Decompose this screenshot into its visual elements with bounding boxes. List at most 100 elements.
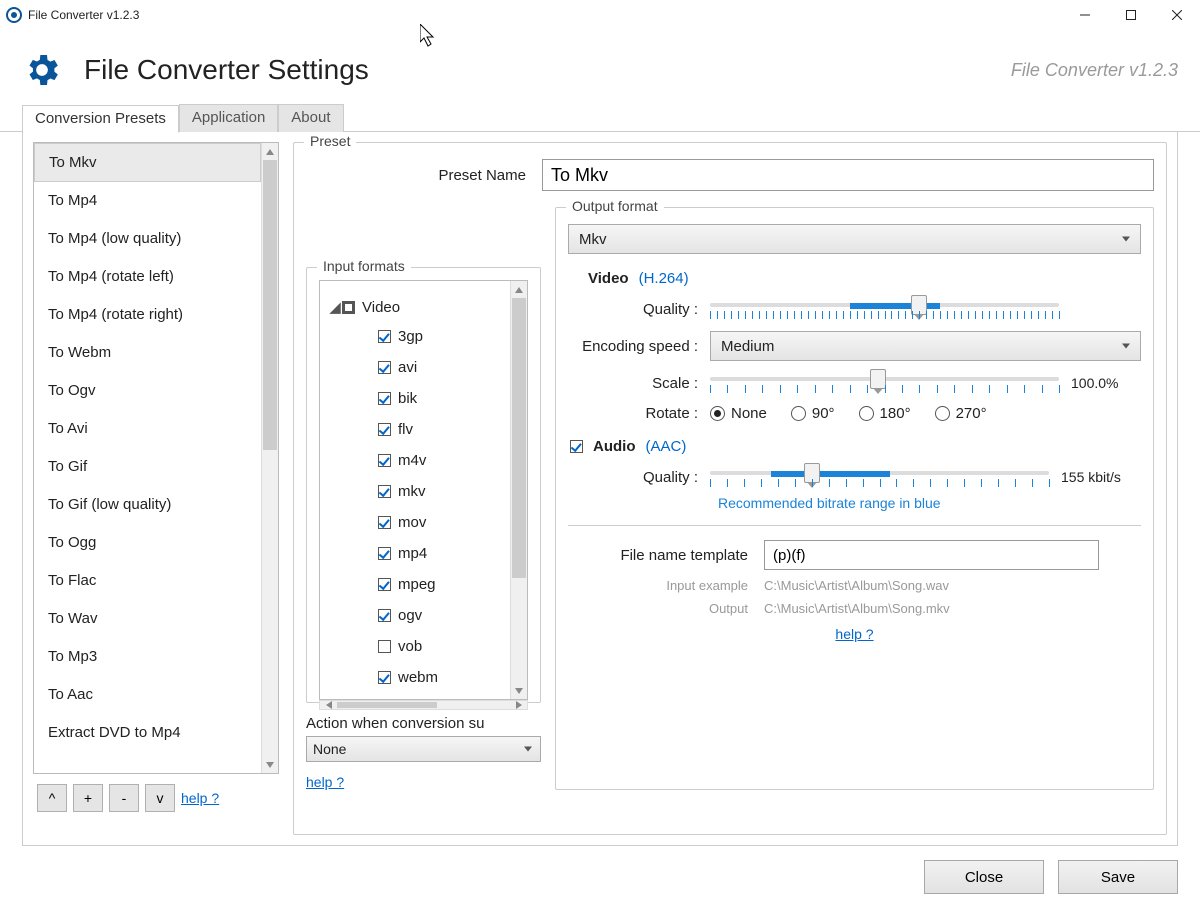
- tree-item-mov[interactable]: mov: [324, 507, 506, 538]
- rotate-option[interactable]: 270°: [935, 405, 987, 422]
- rotate-radio-group: None 90° 180° 270°: [710, 405, 1141, 422]
- rotate-option[interactable]: None: [710, 405, 767, 422]
- scroll-down-icon[interactable]: [262, 756, 278, 773]
- input-formats-help-link[interactable]: help ?: [306, 774, 344, 790]
- preset-list-item[interactable]: To Mp4 (low quality): [34, 220, 261, 258]
- format-label: mkv: [398, 483, 426, 500]
- input-example-label: Input example: [568, 578, 748, 593]
- preset-list-item[interactable]: To Wav: [34, 600, 261, 638]
- close-window-button[interactable]: [1154, 0, 1200, 30]
- minimize-button[interactable]: [1062, 0, 1108, 30]
- tab-about[interactable]: About: [278, 104, 343, 132]
- preset-list[interactable]: To MkvTo Mp4To Mp4 (low quality)To Mp4 (…: [34, 143, 261, 773]
- dialog-footer: Close Save: [0, 860, 1200, 904]
- scroll-up-icon[interactable]: [511, 281, 527, 298]
- tree-item-mkv[interactable]: mkv: [324, 476, 506, 507]
- move-down-button[interactable]: v: [145, 784, 175, 812]
- tree-scrollbar[interactable]: [510, 281, 527, 699]
- scroll-left-icon[interactable]: [320, 701, 337, 709]
- video-section-title: Video: [588, 270, 629, 287]
- maximize-button[interactable]: [1108, 0, 1154, 30]
- format-checkbox[interactable]: [378, 547, 391, 560]
- format-checkbox[interactable]: [378, 330, 391, 343]
- format-checkbox[interactable]: [378, 640, 391, 653]
- audio-quality-slider[interactable]: [710, 465, 1049, 489]
- scrollbar-track[interactable]: [262, 160, 278, 756]
- tab-application[interactable]: Application: [179, 104, 278, 132]
- format-checkbox[interactable]: [378, 671, 391, 684]
- radio-icon: [859, 406, 874, 421]
- preset-list-item[interactable]: To Mp4 (rotate right): [34, 296, 261, 334]
- input-example-value: C:\Music\Artist\Album\Song.wav: [764, 578, 949, 593]
- preset-list-scrollbar[interactable]: [261, 143, 278, 773]
- format-checkbox[interactable]: [378, 609, 391, 622]
- audio-section-title: Audio: [593, 438, 636, 455]
- preset-list-item[interactable]: To Mp3: [34, 638, 261, 676]
- preset-list-item[interactable]: To Webm: [34, 334, 261, 372]
- preset-list-item[interactable]: To Avi: [34, 410, 261, 448]
- rotate-option[interactable]: 90°: [791, 405, 835, 422]
- format-checkbox[interactable]: [378, 454, 391, 467]
- input-formats-tree[interactable]: ◢Video3gpavibikflvm4v mkv mov mp4 mpegogvvob…: [320, 281, 510, 699]
- tree-item-webm[interactable]: webm: [324, 662, 506, 693]
- format-checkbox[interactable]: [378, 392, 391, 405]
- scrollbar-thumb[interactable]: [512, 298, 526, 578]
- preset-legend: Preset: [304, 133, 356, 149]
- format-label: mp4: [398, 545, 427, 562]
- preset-list-item[interactable]: To Ogv: [34, 372, 261, 410]
- move-up-button[interactable]: ^: [37, 784, 67, 812]
- preset-name-label: Preset Name: [306, 167, 526, 184]
- preset-list-item[interactable]: To Flac: [34, 562, 261, 600]
- format-checkbox[interactable]: [378, 423, 391, 436]
- tree-item-vob[interactable]: vob: [324, 631, 506, 662]
- preset-list-item[interactable]: To Ogg: [34, 524, 261, 562]
- audio-enable-checkbox[interactable]: [570, 440, 583, 453]
- preset-list-item[interactable]: Extract DVD to Mp4: [34, 714, 261, 752]
- tab-conversion-presets[interactable]: Conversion Presets: [22, 105, 179, 133]
- tree-h-scrollbar[interactable]: [319, 700, 528, 710]
- format-checkbox[interactable]: [378, 578, 391, 591]
- video-quality-slider[interactable]: [710, 297, 1059, 321]
- input-formats-fieldset: Input formats ◢Video3gpavibikflvm4vmkvmo…: [306, 267, 541, 703]
- preset-list-item[interactable]: To Mp4: [34, 182, 261, 220]
- scrollbar-thumb[interactable]: [337, 702, 437, 708]
- scroll-up-icon[interactable]: [262, 143, 278, 160]
- rotate-option[interactable]: 180°: [859, 405, 911, 422]
- format-checkbox[interactable]: [378, 516, 391, 529]
- preset-list-help-link[interactable]: help ?: [181, 790, 219, 806]
- save-button[interactable]: Save: [1058, 860, 1178, 894]
- scrollbar-thumb[interactable]: [263, 160, 277, 450]
- tree-item-m4v[interactable]: m4v: [324, 445, 506, 476]
- scroll-right-icon[interactable]: [510, 701, 527, 709]
- radio-icon: [935, 406, 950, 421]
- format-checkbox[interactable]: [378, 485, 391, 498]
- preset-list-item[interactable]: To Gif (low quality): [34, 486, 261, 524]
- filename-template-input[interactable]: [764, 540, 1099, 570]
- output-format-select[interactable]: Mkv: [568, 224, 1141, 254]
- tree-item-bik[interactable]: bik: [324, 383, 506, 414]
- version-label: File Converter v1.2.3: [1011, 60, 1178, 81]
- encoding-speed-select[interactable]: Medium: [710, 331, 1141, 361]
- preset-list-item[interactable]: To Gif: [34, 448, 261, 486]
- close-button[interactable]: Close: [924, 860, 1044, 894]
- tree-item-mp4[interactable]: mp4: [324, 538, 506, 569]
- preset-list-item[interactable]: To Aac: [34, 676, 261, 714]
- format-checkbox[interactable]: [378, 361, 391, 374]
- preset-name-input[interactable]: [542, 159, 1154, 191]
- tree-item-flv[interactable]: flv: [324, 414, 506, 445]
- input-formats-legend: Input formats: [317, 258, 411, 274]
- tree-item-ogv[interactable]: ogv: [324, 600, 506, 631]
- tree-group-video[interactable]: ◢Video: [324, 287, 506, 321]
- tree-item-mpeg[interactable]: mpeg: [324, 569, 506, 600]
- tree-item-3gp[interactable]: 3gp: [324, 321, 506, 352]
- scroll-down-icon[interactable]: [511, 682, 527, 699]
- add-preset-button[interactable]: +: [73, 784, 103, 812]
- action-on-success-select[interactable]: None: [306, 736, 541, 762]
- tree-item-avi[interactable]: avi: [324, 352, 506, 383]
- scale-slider[interactable]: [710, 371, 1059, 395]
- template-help-link[interactable]: help ?: [835, 626, 873, 642]
- group-checkbox[interactable]: [342, 301, 355, 314]
- remove-preset-button[interactable]: -: [109, 784, 139, 812]
- preset-list-item[interactable]: To Mp4 (rotate left): [34, 258, 261, 296]
- preset-list-item[interactable]: To Mkv: [34, 143, 261, 182]
